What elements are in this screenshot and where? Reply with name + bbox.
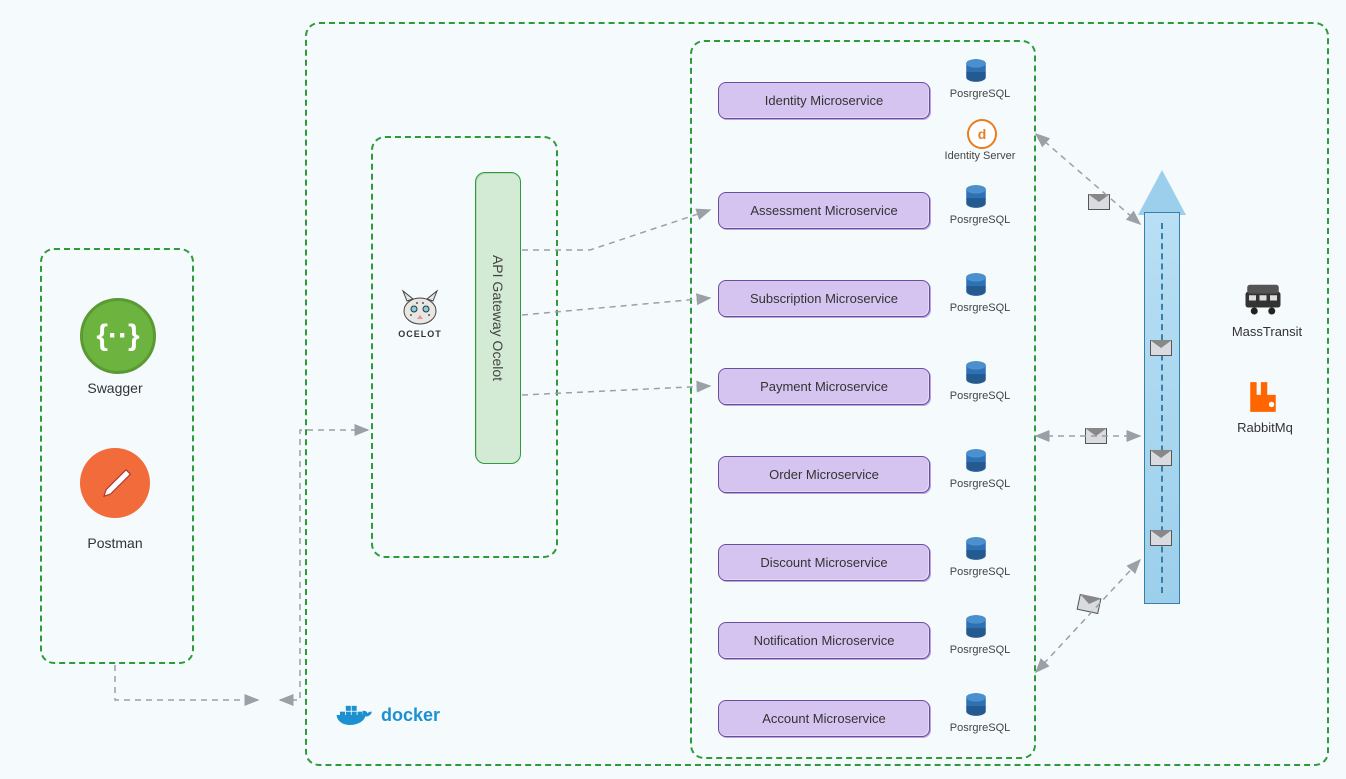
ms-payment: Payment Microservice <box>718 368 930 405</box>
swagger-icon: {··} <box>80 298 156 374</box>
diagram-canvas: {··} Swagger Postman OCELOT API Gateway … <box>0 0 1346 779</box>
ms-account: Account Microservice <box>718 700 930 737</box>
ms-discount: Discount Microservice <box>718 544 930 581</box>
ms-notification: Notification Microservice <box>718 622 930 659</box>
db-label: PosrgreSQL <box>940 644 1020 656</box>
ms-assessment: Assessment Microservice <box>718 192 930 229</box>
db-label: PosrgreSQL <box>940 302 1020 314</box>
db-label: PosrgreSQL <box>940 214 1020 226</box>
db-icon <box>963 536 989 562</box>
ms-order: Order Microservice <box>718 456 930 493</box>
masstransit-label: MassTransit <box>1222 324 1312 339</box>
swagger-label: Swagger <box>60 380 170 396</box>
db-label: PosrgreSQL <box>940 478 1020 490</box>
db-label: PosrgreSQL <box>940 566 1020 578</box>
envelope-icon <box>1149 340 1173 356</box>
db-label: PosrgreSQL <box>940 88 1020 100</box>
postman-icon <box>80 448 150 518</box>
identity-server-label: Identity Server <box>940 150 1020 162</box>
api-gateway-box: API Gateway Ocelot <box>475 172 521 464</box>
db-icon <box>963 360 989 386</box>
db-icon <box>963 272 989 298</box>
db-label: PosrgreSQL <box>940 722 1020 734</box>
db-icon <box>963 58 989 84</box>
ocelot-icon: OCELOT <box>393 289 447 343</box>
postman-label: Postman <box>60 535 170 551</box>
docker-logo: docker <box>335 700 440 730</box>
identity-server-icon: d <box>967 119 997 149</box>
db-label: PosrgreSQL <box>940 390 1020 402</box>
rabbitmq-label: RabbitMq <box>1225 420 1305 435</box>
rabbitmq-icon <box>1246 380 1280 414</box>
ms-identity: Identity Microservice <box>718 82 930 119</box>
envelope-icon <box>1085 428 1107 444</box>
envelope-icon <box>1149 450 1173 466</box>
db-icon <box>963 448 989 474</box>
envelope-icon <box>1088 194 1110 210</box>
db-icon <box>963 184 989 210</box>
message-bus-arrowhead <box>1138 170 1186 215</box>
gateway-container <box>371 136 558 558</box>
db-icon <box>963 614 989 640</box>
ms-subscription: Subscription Microservice <box>718 280 930 317</box>
masstransit-icon <box>1242 276 1284 318</box>
envelope-icon <box>1149 530 1173 546</box>
db-icon <box>963 692 989 718</box>
